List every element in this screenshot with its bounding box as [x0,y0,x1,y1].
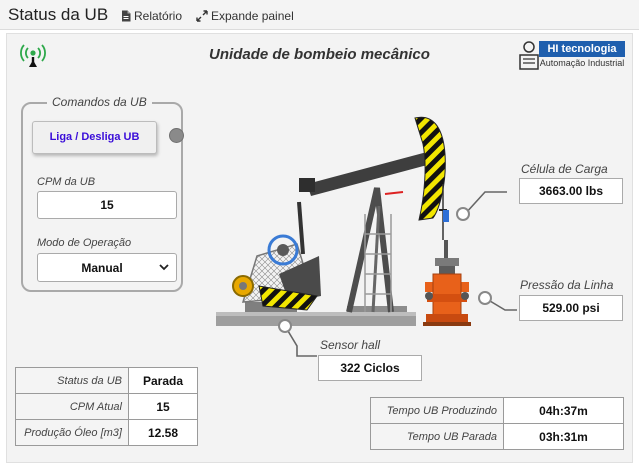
report-button[interactable]: Relatório [121,9,182,23]
toggle-pump-button[interactable]: Liga / Desliga UB [32,121,157,154]
cpm-input[interactable]: 15 [37,191,177,219]
table-cell-value: 15 [128,393,198,420]
top-bar: Status da UB Relatório Expande painel [0,0,639,30]
table-row: Tempo UB Parada 03h:31m [370,423,624,450]
operation-mode-value: Manual [81,261,123,275]
chevron-down-icon [159,264,169,271]
table-cell-value: Parada [128,367,198,394]
hall-sensor-label: Sensor hall [320,338,381,352]
table-cell-value: 04h:37m [503,397,624,424]
load-cell-label: Célula de Carga [521,162,608,176]
table-cell-label: Produção Óleo [m3] [15,419,129,446]
commands-group: Comandos da UB Liga / Desliga UB CPM da … [21,95,184,292]
status-table: Status da UB Parada CPM Atual 15 Produçã… [15,367,198,446]
hi-tecnologia-logo: HI tecnologia Automação Industrial [510,41,626,71]
commands-legend: Comandos da UB [47,95,152,109]
table-cell-value: 12.58 [128,419,198,446]
cpm-label: CPM da UB [37,176,96,188]
line-pressure-value: 529.00 psi [519,295,623,321]
expand-panel-label: Expande painel [211,9,294,23]
table-row: Tempo UB Produzindo 04h:37m [370,397,624,424]
logo-brand: HI tecnologia [539,41,625,57]
table-cell-label: Tempo UB Parada [370,423,504,450]
status-led [169,128,184,143]
operation-mode-label: Modo de Operação [37,237,132,249]
table-cell-value: 03h:31m [503,423,624,450]
expand-arrows-icon [196,10,208,22]
time-table: Tempo UB Produzindo 04h:37m Tempo UB Par… [370,397,624,450]
report-button-label: Relatório [134,9,183,23]
table-row: CPM Atual 15 [15,393,198,420]
expand-panel-button[interactable]: Expande painel [196,9,294,23]
document-icon [121,10,131,22]
table-row: Produção Óleo [m3] 12.58 [15,419,198,446]
logo-subtitle: Automação Industrial [539,58,625,68]
hall-sensor-value: 322 Ciclos [318,355,422,381]
table-cell-label: CPM Atual [15,393,129,420]
table-cell-label: Status da UB [15,367,129,394]
line-pressure-label: Pressão da Linha [520,278,614,292]
load-cell-value: 3663.00 lbs [519,178,623,204]
page-title: Status da UB [8,5,109,24]
pumping-unit-panel: Unidade de bombeio mecânico HI tecnologi… [6,33,633,463]
table-row: Status da UB Parada [15,367,198,394]
table-cell-label: Tempo UB Produzindo [370,397,504,424]
operation-mode-select[interactable]: Manual [37,253,177,282]
